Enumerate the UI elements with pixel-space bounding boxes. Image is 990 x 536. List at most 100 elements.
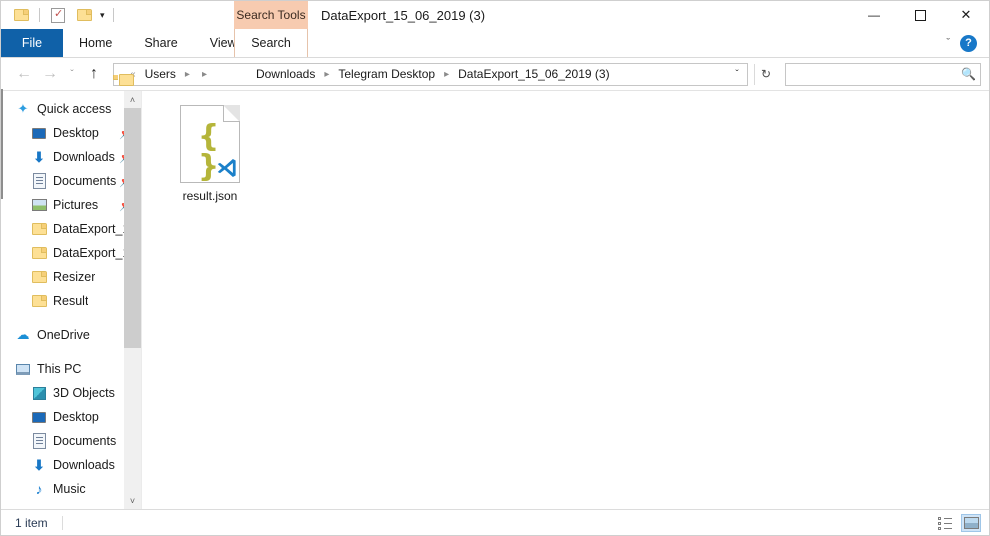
navigation-pane: ✦ Quick access Desktop 📌 ⬇ Downloads 📌 D… bbox=[1, 91, 141, 509]
status-divider bbox=[61, 515, 63, 530]
title-bar: ▾ Search Tools DataExport_15_06_2019 (3)… bbox=[1, 1, 989, 29]
sidebar-item-pc-downloads[interactable]: ⬇ Downloads bbox=[1, 453, 141, 477]
breadcrumb-item-telegram-desktop[interactable]: Telegram Desktop bbox=[335, 67, 438, 81]
vscode-icon bbox=[217, 159, 236, 177]
pictures-icon bbox=[31, 197, 47, 213]
3d-objects-icon bbox=[31, 385, 47, 401]
file-item-result-json[interactable]: { } result.json bbox=[160, 103, 260, 203]
minimize-button[interactable]: — bbox=[851, 1, 897, 29]
forward-button[interactable]: → bbox=[37, 61, 63, 87]
sidebar-item-pc-desktop[interactable]: Desktop bbox=[1, 405, 141, 429]
sidebar-item-label: This PC bbox=[37, 362, 82, 376]
folder-glyph bbox=[76, 9, 92, 21]
document-icon bbox=[31, 433, 47, 449]
sidebar-item-result[interactable]: Result bbox=[1, 289, 141, 313]
sidebar-item-label: 3D Objects bbox=[53, 386, 115, 400]
breadcrumb-dropdown-icon[interactable]: ˇ bbox=[727, 69, 747, 80]
sidebar-item-label: Desktop bbox=[53, 126, 99, 140]
large-icons-view-icon bbox=[963, 516, 979, 529]
sidebar-item-resizer[interactable]: Resizer bbox=[1, 265, 141, 289]
ribbon-right-controls: ˇ ? bbox=[946, 29, 989, 57]
page-fold-edge bbox=[223, 105, 240, 122]
breadcrumb[interactable]: « Users ▸ ▸ Downloads ▸ Telegram Desktop… bbox=[113, 62, 748, 86]
scroll-up-button[interactable]: ˄ bbox=[124, 91, 141, 108]
breadcrumb-item-downloads[interactable]: Downloads bbox=[253, 67, 318, 81]
sidebar-item-downloads[interactable]: ⬇ Downloads 📌 bbox=[1, 145, 141, 169]
sidebar-item-desktop[interactable]: Desktop 📌 bbox=[1, 121, 141, 145]
tab-search[interactable]: Search bbox=[234, 29, 308, 57]
sidebar-item-pictures[interactable]: Pictures 📌 bbox=[1, 193, 141, 217]
sidebar-group-label: Quick access bbox=[37, 102, 112, 116]
customize-quick-access-caret[interactable]: ▾ bbox=[100, 10, 105, 20]
sidebar-item-label: Documents bbox=[53, 174, 117, 188]
window-title: DataExport_15_06_2019 (3) bbox=[321, 7, 486, 23]
sidebar-item-label: Pictures bbox=[53, 198, 99, 212]
json-file-icon: { } bbox=[180, 105, 240, 183]
file-list-pane[interactable]: { } result.json bbox=[141, 91, 989, 509]
breadcrumb-item-current-folder[interactable]: DataExport_15_06_2019 (3) bbox=[455, 67, 612, 81]
recent-locations-button[interactable]: ˇ bbox=[63, 61, 81, 87]
back-button[interactable]: ← bbox=[11, 61, 37, 87]
file-explorer-window: ▾ Search Tools DataExport_15_06_2019 (3)… bbox=[0, 0, 990, 536]
large-icons-view-button[interactable] bbox=[961, 513, 981, 532]
contextual-tab-header: Search Tools bbox=[234, 1, 308, 29]
scrollbar-thumb[interactable] bbox=[124, 108, 141, 348]
refresh-button[interactable]: ↻ bbox=[754, 63, 777, 85]
sidebar-item-documents[interactable]: Documents 📌 bbox=[1, 169, 141, 193]
breadcrumb-separator[interactable]: ▸ bbox=[318, 69, 335, 80]
search-icon[interactable]: 🔍 bbox=[957, 67, 976, 81]
details-view-button[interactable] bbox=[935, 514, 955, 532]
address-bar: ← → ˇ ↑ « Users ▸ ▸ Downloads ▸ Telegram… bbox=[1, 58, 989, 90]
up-button[interactable]: ↑ bbox=[81, 61, 107, 87]
maximize-button[interactable] bbox=[897, 1, 943, 29]
folder-icon bbox=[31, 221, 47, 237]
folder-icon[interactable] bbox=[74, 5, 94, 25]
help-button[interactable]: ? bbox=[960, 34, 977, 52]
search-input[interactable] bbox=[792, 66, 958, 82]
sidebar-item-label: OneDrive bbox=[37, 328, 90, 342]
sidebar-item-label: Desktop bbox=[53, 410, 99, 424]
sidebar-item-onedrive[interactable]: ☁ OneDrive bbox=[1, 323, 141, 347]
maximize-icon bbox=[914, 9, 926, 21]
item-count-label: 1 item bbox=[15, 515, 48, 530]
tab-home[interactable]: Home bbox=[63, 29, 128, 57]
desktop-icon bbox=[31, 409, 47, 425]
folder-icon bbox=[31, 293, 47, 309]
breadcrumb-separator[interactable]: ▸ bbox=[196, 69, 253, 80]
toolbar-divider bbox=[39, 8, 40, 22]
file-name-label: result.json bbox=[182, 189, 238, 203]
download-icon: ⬇ bbox=[33, 148, 45, 165]
sidebar-item-pc-music[interactable]: ♪ Music bbox=[1, 477, 141, 501]
sidebar-group-quick-access[interactable]: ✦ Quick access bbox=[1, 97, 141, 121]
folder-icon bbox=[31, 245, 47, 261]
close-button[interactable]: ✕ bbox=[943, 1, 989, 29]
tab-share[interactable]: Share bbox=[128, 29, 193, 57]
search-box[interactable]: 🔍 bbox=[785, 62, 981, 86]
folder-glyph bbox=[13, 9, 29, 21]
sidebar-item-dataexport-2[interactable]: DataExport_15_0 bbox=[1, 241, 141, 265]
properties-glyph bbox=[51, 7, 65, 23]
sidebar-item-label: Downloads bbox=[53, 458, 115, 472]
status-bar: 1 item bbox=[1, 509, 989, 535]
chevron-down-icon[interactable]: ˇ bbox=[946, 37, 950, 49]
window-left-edge-artifact bbox=[1, 89, 3, 199]
this-pc-icon bbox=[15, 361, 31, 377]
sidebar-item-this-pc[interactable]: This PC bbox=[1, 357, 141, 381]
breadcrumb-separator[interactable]: ▸ bbox=[438, 69, 455, 80]
scroll-down-button[interactable]: ˅ bbox=[124, 492, 141, 509]
sidebar-item-label: Downloads bbox=[53, 150, 115, 164]
toolbar-divider bbox=[112, 8, 114, 22]
sidebar-item-label: Music bbox=[53, 482, 86, 496]
sidebar-item-dataexport-1[interactable]: DataExport_15_0 bbox=[1, 217, 141, 241]
tab-file[interactable]: File bbox=[1, 29, 63, 57]
sidebar-item-3d-objects[interactable]: 3D Objects bbox=[1, 381, 141, 405]
breadcrumb-item-users[interactable]: Users bbox=[142, 67, 179, 81]
sidebar-scrollbar[interactable]: ˄ ˅ bbox=[124, 91, 141, 509]
breadcrumb-separator[interactable]: ▸ bbox=[179, 69, 196, 80]
sidebar-item-pc-documents[interactable]: Documents bbox=[1, 429, 141, 453]
new-folder-icon[interactable] bbox=[11, 5, 31, 25]
properties-icon[interactable] bbox=[48, 5, 68, 25]
star-icon: ✦ bbox=[17, 101, 29, 116]
